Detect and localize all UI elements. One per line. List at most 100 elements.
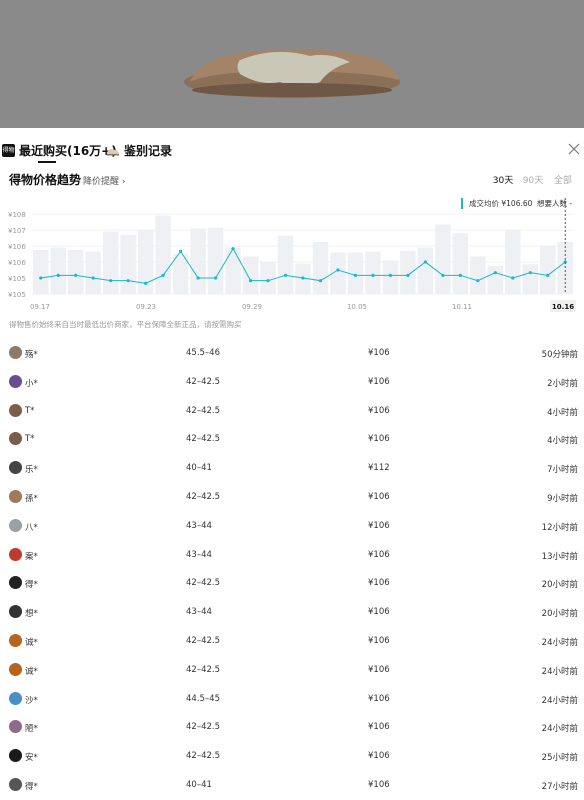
- chart-legend: 成交均价 ¥106.60 想要人数 -: [461, 195, 577, 211]
- table-row: 得* 42–42.5 ¥106 20小时前: [0, 568, 584, 597]
- avatar: [9, 662, 22, 676]
- want-bar: [260, 262, 276, 294]
- dimmed-product-backdrop[interactable]: [0, 0, 584, 128]
- x-tick-label: 10.16: [552, 303, 574, 311]
- shoe-size: 43–44: [186, 549, 212, 560]
- avg-price-point: [283, 273, 288, 277]
- purchase-time: 7小时前: [547, 465, 578, 476]
- buyer-name: 安*: [25, 753, 38, 764]
- y-tick-label: ¥105: [8, 291, 26, 299]
- y-tick-label: ¥107: [8, 227, 26, 235]
- avatar: [9, 403, 22, 417]
- shoe-icon: [107, 148, 119, 155]
- tab-recent-purchases[interactable]: 得物 最近购买(16万+): [2, 142, 117, 159]
- tab-recent-label: 最近购买(16万+): [19, 144, 117, 158]
- table-row: 孫* 42–42.5 ¥106 9小时前: [0, 482, 584, 511]
- close-icon[interactable]: [567, 142, 581, 156]
- purchase-time: 12小时前: [541, 522, 578, 533]
- avatar: [9, 749, 22, 763]
- avg-price-point: [196, 276, 200, 280]
- buyer-name: 乐*: [25, 465, 38, 476]
- purchase-time: 50分钟前: [541, 350, 578, 360]
- avg-price-point: [213, 276, 218, 280]
- table-row: 小* 42–42.5 ¥106 2小时前: [0, 367, 584, 396]
- want-bar: [67, 250, 84, 294]
- sale-price: ¥106: [368, 578, 390, 589]
- want-bar: [190, 228, 206, 294]
- shoe-size: 42–42.5: [186, 376, 220, 387]
- want-bar: [365, 251, 381, 294]
- range-tab-90d[interactable]: 90天: [518, 173, 548, 186]
- shoe-size: 44.5–45: [186, 693, 220, 704]
- want-bar: [242, 256, 259, 294]
- buyer-name: 小*: [25, 378, 38, 389]
- avatar: [9, 691, 22, 705]
- avatar: [9, 576, 22, 590]
- table-row: T* 42–42.5 ¥106 4小时前: [0, 424, 584, 453]
- want-bar: [505, 230, 521, 294]
- table-row: 殇* 45.5–46 ¥106 50分钟前: [0, 338, 584, 367]
- price-note: 得物售价始终来自当时最低出价商家，平台保障全新正品，请按需购买: [9, 320, 242, 329]
- want-bar: [155, 215, 171, 294]
- avatar: [9, 346, 22, 359]
- tab-authentication-records[interactable]: 鉴别记录: [106, 142, 172, 159]
- avg-price-point: [511, 276, 515, 280]
- bottom-sheet: 得物 最近购买(16万+) 鉴别记录 得物价格趋势 降价提醒 › 30天 90天…: [0, 128, 584, 800]
- avg-price-point: [144, 281, 148, 285]
- shoe-size: 43–44: [186, 520, 212, 531]
- avg-price-point: [458, 273, 462, 277]
- purchase-time: 24小时前: [541, 695, 578, 706]
- buyer-name: 想*: [25, 609, 38, 620]
- want-bar: [522, 264, 539, 294]
- want-bar: [312, 242, 329, 294]
- price-drop-alert-link[interactable]: 降价提醒 ›: [83, 174, 125, 187]
- x-tick-label: 09.23: [136, 303, 156, 311]
- legend-avg-price: 成交均价 ¥106.60: [461, 197, 533, 209]
- range-tab-all[interactable]: 全部: [548, 173, 578, 186]
- table-row: 诚* 42–42.5 ¥106 24小时前: [0, 655, 584, 684]
- sale-price: ¥106: [368, 636, 390, 646]
- sale-price: ¥106: [368, 520, 390, 531]
- shoe-size: 42–42.5: [186, 405, 220, 416]
- range-tab-30d[interactable]: 30天: [488, 173, 518, 186]
- avg-price-point: [528, 271, 532, 275]
- buyer-name: 得*: [25, 580, 38, 591]
- want-bar: [50, 247, 66, 294]
- avg-price-point: [56, 273, 60, 277]
- sale-price: ¥106: [368, 722, 390, 733]
- y-tick-label: ¥106: [8, 243, 26, 251]
- sale-price: ¥106: [368, 780, 390, 790]
- want-bar: [120, 234, 136, 294]
- sale-price: ¥106: [368, 664, 390, 675]
- x-tick-label: 10.05: [347, 303, 367, 311]
- y-tick-label: ¥108: [8, 211, 26, 219]
- sale-price: ¥106: [368, 549, 390, 560]
- avg-price-point: [371, 273, 375, 277]
- buyer-name: 得*: [25, 782, 38, 792]
- price-trend-chart[interactable]: ¥108 ¥107 ¥106 ¥106 ¥105 ¥105 09.17 09.23 09.29 1…: [0, 190, 584, 314]
- purchase-time: 27小时前: [541, 782, 578, 792]
- sale-price: ¥106: [368, 607, 390, 618]
- avg-price-point: [266, 279, 270, 283]
- buyer-name: 孫*: [25, 494, 38, 504]
- want-bar: [207, 227, 224, 294]
- buyer-name: 诚*: [25, 666, 38, 677]
- avg-price-point: [231, 247, 235, 251]
- purchase-time: 20小时前: [541, 609, 578, 620]
- buyer-name: T*: [25, 405, 35, 416]
- purchase-time: 24小时前: [541, 724, 578, 735]
- shoe-size: 42–42.5: [186, 751, 220, 762]
- purchase-time: 24小时前: [541, 666, 578, 677]
- sale-price: ¥112: [368, 463, 390, 474]
- table-row: 得* 40–41 ¥106 27小时前: [0, 770, 584, 799]
- price-trend-title: 得物价格趋势: [9, 173, 82, 187]
- table-row: 案* 43–44 ¥106 13小时前: [0, 540, 584, 569]
- avatar: [9, 490, 22, 503]
- want-bar: [470, 256, 486, 294]
- avg-price-point: [318, 279, 323, 283]
- table-row: 沙* 44.5–45 ¥106 24小时前: [0, 684, 584, 713]
- avg-price-point: [476, 279, 480, 283]
- purchase-time: 24小时前: [541, 638, 578, 648]
- sale-price: ¥106: [368, 405, 390, 416]
- table-row: 想* 43–44 ¥106 20小时前: [0, 597, 584, 626]
